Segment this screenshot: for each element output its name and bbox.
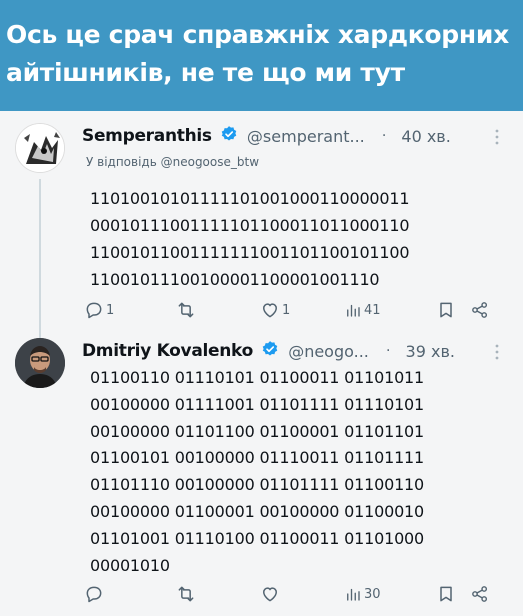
repost-icon [176, 300, 196, 320]
heart-icon [260, 584, 280, 604]
reply-button[interactable] [84, 582, 106, 606]
views-count: 30 [364, 586, 381, 602]
caption-line-1: Ось це срач справжніх хардкорних [6, 20, 509, 49]
share-button[interactable] [470, 582, 490, 606]
share-button[interactable] [470, 298, 490, 322]
display-name[interactable]: Semperanthis [82, 126, 212, 146]
timestamp[interactable]: 40 хв. [401, 127, 450, 146]
tweet-header: Dmitriy Kovalenko @neogo... · 39 хв. [82, 340, 507, 368]
share-icon [470, 584, 490, 604]
reply-icon [84, 584, 104, 604]
tweet-actions: 1 1 41 [84, 298, 494, 322]
views-icon [344, 584, 362, 604]
views-button[interactable]: 30 [344, 582, 381, 606]
tweet-thread: Semperanthis @semperant... · 40 хв. У ві… [0, 111, 523, 616]
reply-count: 1 [106, 302, 115, 318]
separator-dot: · [385, 343, 391, 359]
user-handle[interactable]: @neogo... [288, 342, 369, 361]
tweet-text: 01100110 01110101 01100011 01101011 0010… [90, 368, 425, 575]
share-icon [470, 300, 490, 320]
thread-connector-line [39, 179, 41, 341]
tweet-header: Semperanthis @semperant... · 40 хв. [82, 125, 507, 153]
tweet-text: 11010010101111101001000110000011 0001011… [90, 189, 410, 289]
like-button[interactable]: 1 [260, 298, 290, 322]
repost-button[interactable] [176, 582, 198, 606]
repost-button[interactable] [176, 298, 198, 322]
user-handle[interactable]: @semperant... [247, 127, 365, 146]
like-button[interactable] [260, 582, 282, 606]
like-count: 1 [282, 302, 291, 318]
bookmark-icon [436, 584, 456, 604]
separator-dot: · [381, 128, 387, 144]
reply-button[interactable]: 1 [84, 298, 114, 322]
avatar[interactable] [15, 123, 65, 173]
bookmark-icon [436, 300, 456, 320]
verified-badge-icon [261, 340, 279, 362]
timestamp[interactable]: 39 хв. [406, 342, 455, 361]
bookmark-button[interactable] [436, 582, 456, 606]
more-icon[interactable] [487, 340, 507, 364]
verified-badge-icon [220, 125, 238, 147]
caption-banner: Ось це срач справжніх хардкорних айтішни… [0, 0, 523, 111]
heart-icon [260, 300, 280, 320]
avatar[interactable] [15, 338, 65, 388]
repost-icon [176, 584, 196, 604]
reply-to-label[interactable]: У відповідь @neogoose_btw [86, 155, 259, 169]
caption-line-2: айтішників, не те що ми тут [6, 58, 405, 87]
views-button[interactable]: 41 [344, 298, 381, 322]
views-count: 41 [364, 302, 381, 318]
views-icon [344, 300, 362, 320]
reply-icon [84, 300, 104, 320]
bookmark-button[interactable] [436, 298, 456, 322]
more-icon[interactable] [487, 125, 507, 149]
tweet-actions: 30 [84, 582, 494, 606]
display-name[interactable]: Dmitriy Kovalenko [82, 341, 253, 361]
